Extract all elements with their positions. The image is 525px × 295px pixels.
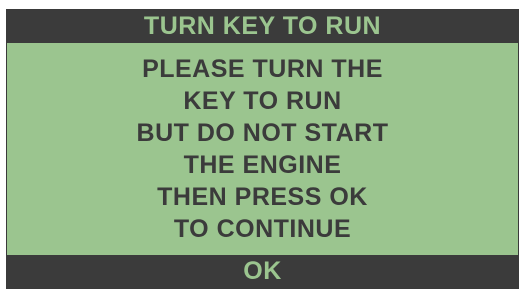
- message-line: THE ENGINE: [183, 151, 342, 179]
- screen-title: TURN KEY TO RUN: [7, 10, 518, 43]
- message-line: BUT DO NOT START: [136, 119, 389, 147]
- ok-button[interactable]: OK: [7, 255, 518, 288]
- message-line: PLEASE TURN THE: [142, 55, 383, 83]
- message-line: THEN PRESS OK: [157, 183, 368, 211]
- message-line: TO CONTINUE: [173, 215, 352, 243]
- instruction-message: PLEASE TURN THE KEY TO RUN BUT DO NOT ST…: [7, 43, 518, 255]
- message-line: KEY TO RUN: [183, 87, 342, 115]
- lcd-screen: TURN KEY TO RUN PLEASE TURN THE KEY TO R…: [6, 9, 519, 289]
